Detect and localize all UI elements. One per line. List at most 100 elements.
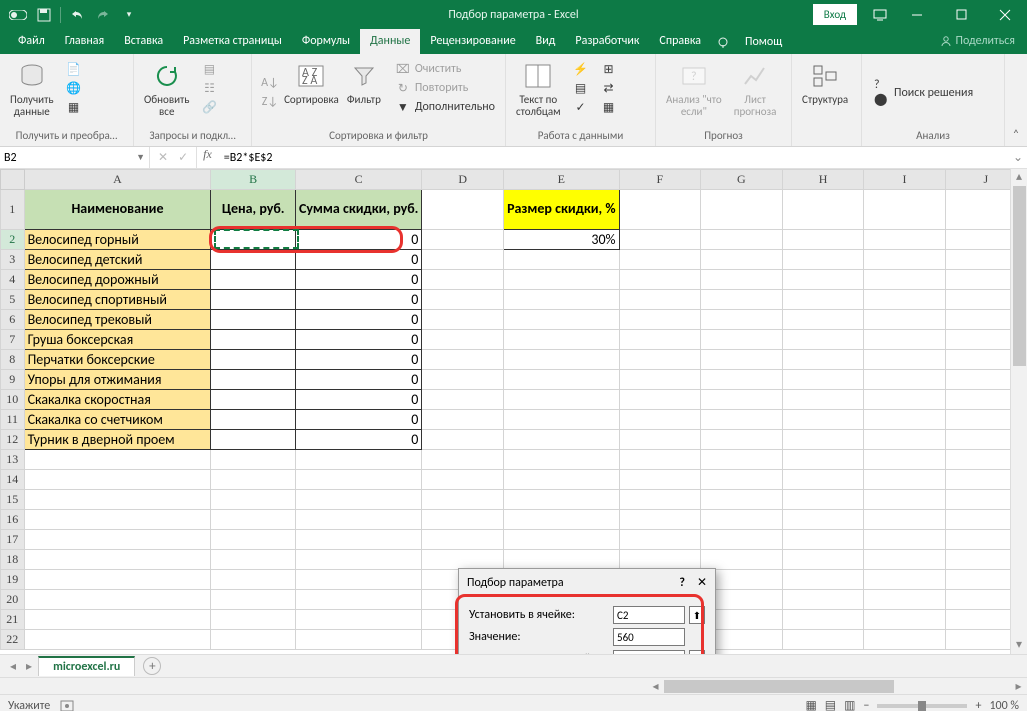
col-header-I[interactable]: I: [864, 170, 945, 190]
zoom-in-icon[interactable]: +: [975, 699, 981, 711]
cell-D10[interactable]: [422, 390, 504, 410]
cell-C8[interactable]: 0: [295, 350, 421, 370]
cell-G5[interactable]: [701, 290, 783, 310]
cell-B1[interactable]: Цена, руб.: [211, 190, 296, 230]
cell-B6[interactable]: [211, 310, 296, 330]
cell-A6[interactable]: Велосипед трековый: [24, 310, 211, 330]
cell-D1[interactable]: [422, 190, 504, 230]
row-header-9[interactable]: 9: [1, 370, 25, 390]
cell-E14[interactable]: [504, 470, 619, 490]
cell-C15[interactable]: [295, 490, 421, 510]
cell-A3[interactable]: Велосипед детский: [24, 250, 211, 270]
cell-H15[interactable]: [782, 490, 864, 510]
forecast-sheet-button[interactable]: Лист прогноза: [730, 58, 781, 127]
cell-G16[interactable]: [701, 510, 783, 530]
cell-G1[interactable]: [701, 190, 783, 230]
cell-A12[interactable]: Турник в дверной проем: [24, 430, 211, 450]
cell-B15[interactable]: [211, 490, 296, 510]
cell-F18[interactable]: [619, 550, 700, 570]
cell-B12[interactable]: [211, 430, 296, 450]
tab-insert[interactable]: Вставка: [114, 29, 173, 54]
row-header-7[interactable]: 7: [1, 330, 25, 350]
expand-formula-icon[interactable]: ⌄: [1009, 147, 1027, 168]
cell-E2[interactable]: 30%: [504, 230, 619, 250]
cell-H7[interactable]: [782, 330, 864, 350]
advanced-filter[interactable]: ▼Дополнительно: [391, 98, 499, 116]
row-header-4[interactable]: 4: [1, 270, 25, 290]
cell-A16[interactable]: [24, 510, 211, 530]
cell-H10[interactable]: [782, 390, 864, 410]
dialog-close-icon[interactable]: ✕: [697, 575, 707, 590]
cell-H9[interactable]: [782, 370, 864, 390]
cell-A7[interactable]: Груша боксерская: [24, 330, 211, 350]
cell-D6[interactable]: [422, 310, 504, 330]
cell-C3[interactable]: 0: [295, 250, 421, 270]
cell-A18[interactable]: [24, 550, 211, 570]
cell-G15[interactable]: [701, 490, 783, 510]
cell-E6[interactable]: [504, 310, 619, 330]
cell-F5[interactable]: [619, 290, 700, 310]
outline-button[interactable]: Структура: [798, 58, 852, 140]
cell-A15[interactable]: [24, 490, 211, 510]
changing-cell-input[interactable]: $B$2: [613, 650, 685, 654]
cell-C17[interactable]: [295, 530, 421, 550]
cell-C5[interactable]: 0: [295, 290, 421, 310]
tab-layout[interactable]: Разметка страницы: [173, 29, 292, 54]
select-all-corner[interactable]: [1, 170, 25, 190]
cell-I10[interactable]: [864, 390, 945, 410]
cell-I13[interactable]: [864, 450, 945, 470]
cell-G13[interactable]: [701, 450, 783, 470]
cell-D11[interactable]: [422, 410, 504, 430]
cell-I22[interactable]: [864, 630, 945, 650]
cell-C19[interactable]: [295, 570, 421, 590]
row-header-15[interactable]: 15: [1, 490, 25, 510]
cell-I6[interactable]: [864, 310, 945, 330]
cell-F9[interactable]: [619, 370, 700, 390]
cell-B14[interactable]: [211, 470, 296, 490]
cell-A14[interactable]: [24, 470, 211, 490]
cell-B4[interactable]: [211, 270, 296, 290]
tab-home[interactable]: Главная: [55, 29, 114, 54]
help-label[interactable]: Помощ: [737, 30, 790, 54]
cell-E18[interactable]: [504, 550, 619, 570]
cancel-formula-icon[interactable]: ✕: [158, 150, 168, 165]
cell-H13[interactable]: [782, 450, 864, 470]
sheet-tab-active[interactable]: microexcel.ru: [38, 656, 135, 676]
row-header-3[interactable]: 3: [1, 250, 25, 270]
cell-B7[interactable]: [211, 330, 296, 350]
cell-G10[interactable]: [701, 390, 783, 410]
tab-developer[interactable]: Разработчик: [565, 29, 649, 54]
cell-I11[interactable]: [864, 410, 945, 430]
cell-H20[interactable]: [782, 590, 864, 610]
cell-G18[interactable]: [701, 550, 783, 570]
minimize-button[interactable]: [895, 0, 939, 29]
cell-E1[interactable]: Размер скидки, %: [504, 190, 619, 230]
consolidate-icon[interactable]: ⊞: [597, 60, 621, 78]
row-header-11[interactable]: 11: [1, 410, 25, 430]
cell-F11[interactable]: [619, 410, 700, 430]
cell-I19[interactable]: [864, 570, 945, 590]
from-table-icon[interactable]: ▦: [62, 98, 86, 116]
cell-G7[interactable]: [701, 330, 783, 350]
cell-I20[interactable]: [864, 590, 945, 610]
cell-G2[interactable]: [701, 230, 783, 250]
undo-icon[interactable]: [65, 4, 89, 26]
enter-formula-icon[interactable]: ✓: [178, 150, 188, 165]
tab-tellme[interactable]: [711, 30, 737, 54]
cell-I8[interactable]: [864, 350, 945, 370]
cell-F6[interactable]: [619, 310, 700, 330]
cell-A5[interactable]: Велосипед спортивный: [24, 290, 211, 310]
cell-E4[interactable]: [504, 270, 619, 290]
cell-C9[interactable]: 0: [295, 370, 421, 390]
data-validation-icon[interactable]: ✓: [569, 98, 593, 116]
relationships-icon[interactable]: ⇄: [597, 79, 621, 97]
cell-D14[interactable]: [422, 470, 504, 490]
cell-B8[interactable]: [211, 350, 296, 370]
cell-C14[interactable]: [295, 470, 421, 490]
filter-button[interactable]: Фильтр: [341, 58, 387, 127]
cell-I14[interactable]: [864, 470, 945, 490]
cell-H1[interactable]: [782, 190, 864, 230]
dialog-help-icon[interactable]: ?: [679, 576, 685, 590]
cell-B13[interactable]: [211, 450, 296, 470]
cell-F16[interactable]: [619, 510, 700, 530]
